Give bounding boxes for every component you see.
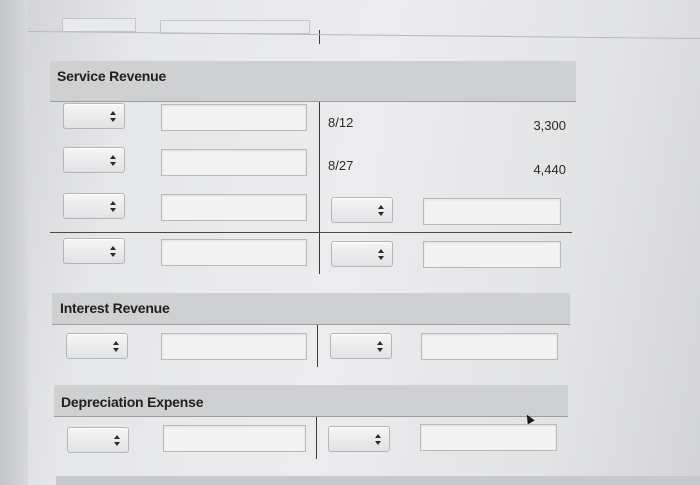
interest-revenue-debit-input[interactable] bbox=[161, 333, 307, 360]
next-section-edge bbox=[56, 476, 700, 485]
depreciation-expense-debit-input[interactable] bbox=[163, 425, 306, 452]
service-revenue-debit-amount-input-3[interactable] bbox=[161, 194, 307, 221]
depreciation-expense-debit-select[interactable] bbox=[67, 427, 129, 453]
depreciation-expense-credit-input[interactable] bbox=[420, 424, 557, 451]
service-revenue-total-line bbox=[50, 232, 572, 233]
top-divider bbox=[27, 31, 700, 40]
updown-arrows-icon bbox=[375, 434, 381, 445]
interest-revenue-title: Interest Revenue bbox=[60, 300, 170, 316]
service-revenue-credit-balance-select[interactable] bbox=[331, 241, 393, 267]
service-revenue-credit-date-select-3[interactable] bbox=[331, 197, 393, 223]
service-revenue-debit-date-select-2[interactable] bbox=[63, 147, 125, 173]
updown-arrows-icon bbox=[110, 155, 116, 166]
service-revenue-credit-balance-input[interactable] bbox=[423, 241, 561, 268]
interest-revenue-credit-input[interactable] bbox=[421, 333, 558, 360]
service-revenue-title: Service Revenue bbox=[57, 68, 167, 84]
service-revenue-debit-balance-input[interactable] bbox=[161, 239, 307, 266]
updown-arrows-icon bbox=[113, 341, 119, 352]
service-revenue-debit-amount-input-1[interactable] bbox=[161, 104, 307, 131]
interest-revenue-credit-select[interactable] bbox=[330, 333, 392, 359]
service-revenue-credit-date-1: 8/12 bbox=[328, 115, 354, 130]
service-revenue-debit-date-select-1[interactable] bbox=[63, 103, 125, 129]
service-revenue-debit-date-select-3[interactable] bbox=[63, 193, 125, 219]
depreciation-expense-title: Depreciation Expense bbox=[61, 394, 204, 410]
updown-arrows-icon bbox=[114, 435, 120, 446]
service-revenue-credit-amount-input-3[interactable] bbox=[423, 198, 561, 225]
interest-revenue-debit-select[interactable] bbox=[66, 333, 128, 359]
depreciation-expense-credit-select[interactable] bbox=[328, 426, 390, 452]
previous-divider bbox=[319, 30, 320, 44]
updown-arrows-icon bbox=[110, 201, 116, 212]
service-revenue-credit-amount-1: 3,300 bbox=[533, 118, 566, 133]
service-revenue-divider bbox=[319, 102, 320, 274]
updown-arrows-icon bbox=[378, 249, 384, 260]
updown-arrows-icon bbox=[110, 111, 116, 122]
updown-arrows-icon bbox=[378, 205, 384, 216]
updown-arrows-icon bbox=[377, 341, 383, 352]
screen: Service Revenue 8/12 3,300 8/27 4,440 In… bbox=[0, 0, 700, 485]
service-revenue-debit-balance-select[interactable] bbox=[63, 238, 125, 264]
interest-revenue-divider bbox=[317, 325, 318, 367]
service-revenue-credit-date-2: 8/27 bbox=[328, 158, 354, 173]
updown-arrows-icon bbox=[110, 246, 116, 257]
previous-select-remnant[interactable] bbox=[62, 18, 136, 32]
service-revenue-debit-amount-input-2[interactable] bbox=[161, 149, 307, 176]
page-edge bbox=[0, 0, 28, 485]
depreciation-expense-divider bbox=[316, 417, 317, 459]
service-revenue-credit-amount-2: 4,440 bbox=[533, 162, 566, 177]
